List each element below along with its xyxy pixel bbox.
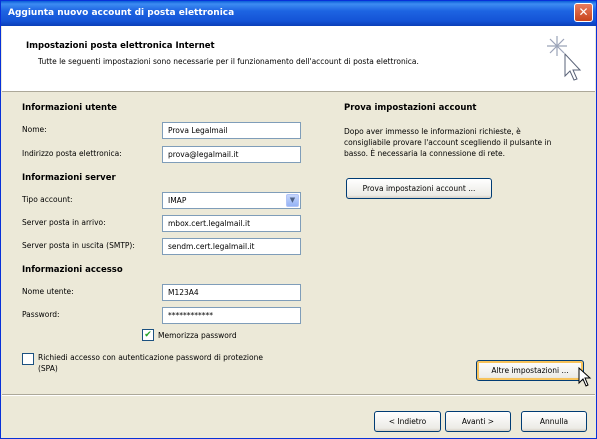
account-type-select[interactable]: IMAP ▼ (162, 192, 301, 209)
spa-label-line2: (SPA) (38, 364, 58, 373)
back-button[interactable]: < Indietro (374, 411, 441, 432)
outgoing-server-input[interactable]: sendm.cert.legalmail.it (162, 238, 301, 255)
username-input[interactable]: M123A4 (162, 284, 301, 301)
test-info-line3: basso. È necessaria la connessione di re… (344, 149, 506, 158)
account-type-value: IMAP (168, 196, 187, 205)
outgoing-server-label: Server posta in uscita (SMTP): (22, 241, 135, 250)
next-button[interactable]: Avanti > (445, 411, 511, 432)
section-server-info: Informazioni server (22, 173, 116, 183)
cancel-button[interactable]: Annulla (521, 411, 587, 432)
window-title: Aggiunta nuovo account di posta elettron… (8, 8, 235, 18)
more-settings-button[interactable]: Altre impostazioni ... (476, 360, 584, 381)
username-label: Nome utente: (22, 287, 74, 296)
name-input[interactable]: Prova Legalmail (162, 122, 301, 139)
incoming-server-input[interactable]: mbox.cert.legalmail.it (162, 215, 301, 232)
dialog-header: Impostazioni posta elettronica Internet … (2, 26, 595, 92)
wizard-sparkle-icon (547, 36, 582, 81)
mouse-pointer-icon (578, 367, 592, 387)
header-title: Impostazioni posta elettronica Internet (26, 41, 215, 51)
test-account-button[interactable]: Prova impostazioni account ... (346, 178, 492, 199)
incoming-server-label: Server posta in arrivo: (22, 218, 106, 227)
remember-password-checkbox[interactable]: ✔ (142, 329, 154, 341)
password-label: Password: (22, 310, 60, 319)
email-label: Indirizzo posta elettronica: (22, 149, 122, 158)
section-user-info: Informazioni utente (22, 103, 117, 113)
footer-divider (2, 394, 595, 396)
test-info-line1: Dopo aver immesso le informazioni richie… (344, 127, 521, 136)
email-input[interactable]: prova@legalmail.it (162, 146, 301, 163)
chevron-down-icon[interactable]: ▼ (286, 194, 299, 207)
add-account-dialog: Aggiunta nuovo account di posta elettron… (0, 0, 597, 439)
section-login-info: Informazioni accesso (22, 265, 123, 275)
account-type-label: Tipo account: (22, 195, 73, 204)
remember-password-label: Memorizza password (158, 331, 237, 340)
close-icon[interactable]: ✕ (574, 3, 593, 22)
test-info-line2: consigliabile provare l'account sceglien… (344, 138, 552, 147)
title-bar: Aggiunta nuovo account di posta elettron… (1, 1, 596, 26)
password-input[interactable]: ************ (162, 307, 301, 324)
section-test-settings: Prova impostazioni account (344, 103, 477, 113)
spa-checkbox[interactable] (22, 353, 34, 365)
name-label: Nome: (22, 125, 47, 134)
header-subtitle: Tutte le seguenti impostazioni sono nece… (38, 57, 419, 66)
spa-label-line1: Richiedi accesso con autenticazione pass… (38, 353, 263, 362)
